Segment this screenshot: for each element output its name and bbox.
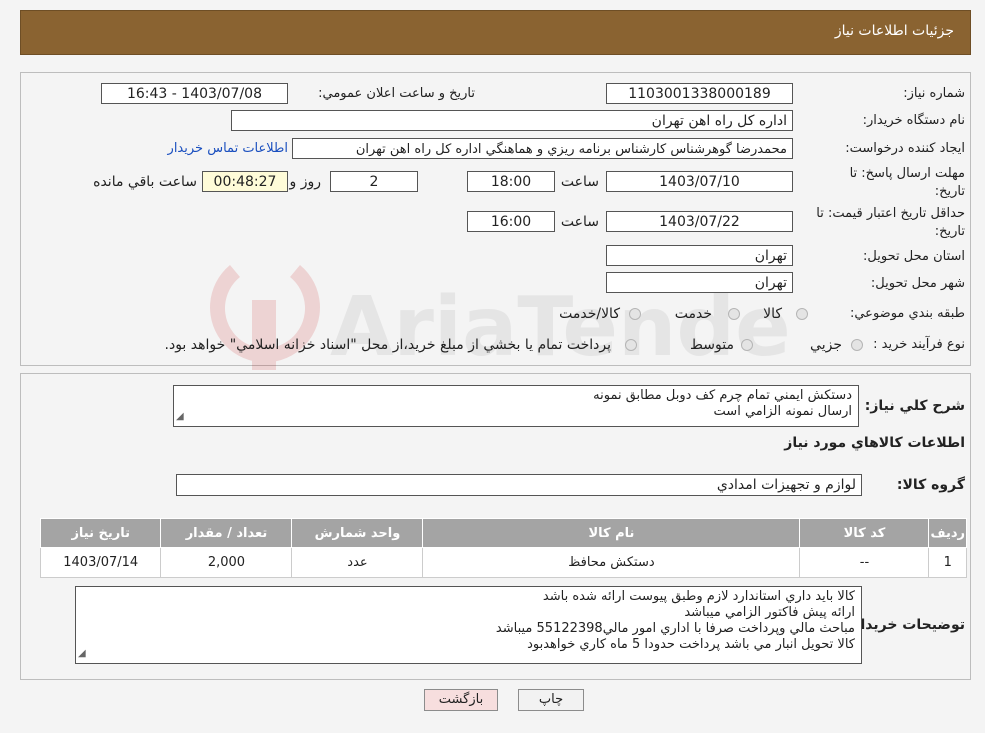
process-medium-label: متوسط xyxy=(690,337,734,353)
announce-datetime-field: 1403/07/08 - 16:43 xyxy=(101,83,288,104)
description-textarea[interactable]: دستكش ايمني تمام چرم كف دوبل مطابق نمونه… xyxy=(173,385,859,427)
validity-time-field: 16:00 xyxy=(467,211,555,232)
print-button[interactable]: چاپ xyxy=(518,689,584,711)
buyer-org-field: اداره كل راه اهن تهران xyxy=(231,110,793,131)
col-row: رديف xyxy=(928,518,967,548)
process-medium-radio[interactable] xyxy=(741,339,753,351)
page-title: جزئیات اطلاعات نیاز xyxy=(834,23,954,39)
cell-need-date: 1403/07/14 xyxy=(39,547,162,578)
buyer-notes-label: توضيحات خريدار: xyxy=(846,617,965,633)
col-name: نام كالا xyxy=(422,518,801,548)
buyer-note-line-2: ارائه پيش فاكتور الزامي ميباشد xyxy=(684,605,855,620)
need-number-field: 1103001338000189 xyxy=(606,83,793,104)
validity-time-label: ساعت xyxy=(560,214,599,230)
category-service-label: خدمت xyxy=(674,306,712,322)
remaining-time-label: ساعت باقي مانده xyxy=(93,174,197,190)
cell-name: دستكش محافظ xyxy=(422,547,801,578)
category-goods-radio[interactable] xyxy=(796,308,808,320)
page-header: جزئیات اطلاعات نیاز xyxy=(20,10,971,55)
goods-table-header: رديف كد كالا نام كالا واحد شمارش تعداد /… xyxy=(39,518,967,548)
payment-note: پرداخت تمام يا بخشي از مبلغ خريد،از محل … xyxy=(164,337,611,353)
payment-treasury-checkbox[interactable] xyxy=(625,339,637,351)
days-remaining-field: 2 xyxy=(330,171,418,192)
deadline-time-label: ساعت xyxy=(560,174,599,190)
goods-section-title: اطلاعات كالاهاي مورد نياز xyxy=(784,435,965,451)
cell-unit: عدد xyxy=(291,547,424,578)
validity-date-field: 1403/07/22 xyxy=(606,211,793,232)
goods-group-label: گروه كالا: xyxy=(896,477,965,493)
buyer-note-line-1: كالا بايد داري استاندارد لازم وطبق پيوست… xyxy=(542,589,855,604)
buyer-note-line-4: كالا تحويل انبار مي باشد پرداخت حدودا 5 … xyxy=(527,637,855,652)
col-code: كد كالا xyxy=(799,518,930,548)
cell-code: -- xyxy=(799,547,930,578)
category-goods-service-radio[interactable] xyxy=(629,308,641,320)
description-label: شرح كلي نياز: xyxy=(864,398,965,414)
category-service-radio[interactable] xyxy=(728,308,740,320)
deadline-label-date: تاريخ: xyxy=(934,184,965,199)
city-field: تهران xyxy=(606,272,793,293)
buyer-contact-link[interactable]: اطلاعات تماس خريدار xyxy=(168,141,288,156)
deadline-date-field: 1403/07/10 xyxy=(606,171,793,192)
process-partial-radio[interactable] xyxy=(851,339,863,351)
back-button[interactable]: بازگشت xyxy=(424,689,498,711)
validity-label-date: تاريخ: xyxy=(934,224,965,239)
need-number-label: شماره نیاز: xyxy=(903,86,965,101)
watermark-text: AriaTender.neT xyxy=(330,280,790,375)
validity-label: حداقل تاريخ اعتبار قيمت: تا xyxy=(816,206,965,221)
deadline-label: مهلت ارسال پاسخ: تا xyxy=(849,166,965,181)
deadline-time-field: 18:00 xyxy=(467,171,555,192)
col-unit: واحد شمارش xyxy=(291,518,424,548)
buyer-notes-textarea[interactable]: كالا بايد داري استاندارد لازم وطبق پيوست… xyxy=(75,586,862,664)
col-need-date: تاريخ نياز xyxy=(39,518,162,548)
col-quantity: تعداد / مقدار xyxy=(160,518,293,548)
cell-row: 1 xyxy=(928,547,967,578)
cell-quantity: 2,000 xyxy=(160,547,293,578)
remaining-time-field: 00:48:27 xyxy=(202,171,288,192)
days-label: روز و xyxy=(289,174,322,190)
category-label: طبقه بندي موضوعي: xyxy=(849,306,965,321)
resize-grip-icon[interactable]: ◢ xyxy=(176,409,184,425)
resize-grip-icon[interactable]: ◢ xyxy=(78,646,86,662)
city-label: شهر محل تحويل: xyxy=(870,276,965,291)
province-field: تهران xyxy=(606,245,793,266)
announce-label: تاریخ و ساعت اعلان عمومي: xyxy=(318,86,475,101)
creator-field: محمدرضا گوهرشناس كارشناس برنامه ريزي و ه… xyxy=(292,138,793,159)
goods-group-field: لوازم و تجهيزات امدادي xyxy=(176,474,862,496)
description-line-1: دستكش ايمني تمام چرم كف دوبل مطابق نمونه xyxy=(593,388,852,403)
process-type-label: نوع فرآيند خريد : xyxy=(873,337,965,352)
creator-label: ايجاد كننده درخواست: xyxy=(845,141,965,156)
process-partial-label: جزيي xyxy=(810,337,842,353)
province-label: استان محل تحويل: xyxy=(863,249,965,264)
category-goods-service-label: كالا/خدمت xyxy=(559,306,620,322)
buyer-note-line-3: مباحث مالي وپرداخت صرفا با اداري امور ما… xyxy=(495,621,855,636)
table-row: 1 -- دستكش محافظ عدد 2,000 1403/07/14 xyxy=(39,547,967,578)
description-line-2: ارسال نمونه الزامي است xyxy=(713,404,852,419)
buyer-org-label: نام دستگاه خريدار: xyxy=(862,113,965,128)
goods-table: رديف كد كالا نام كالا واحد شمارش تعداد /… xyxy=(39,518,967,578)
category-goods-label: كالا xyxy=(763,306,782,322)
